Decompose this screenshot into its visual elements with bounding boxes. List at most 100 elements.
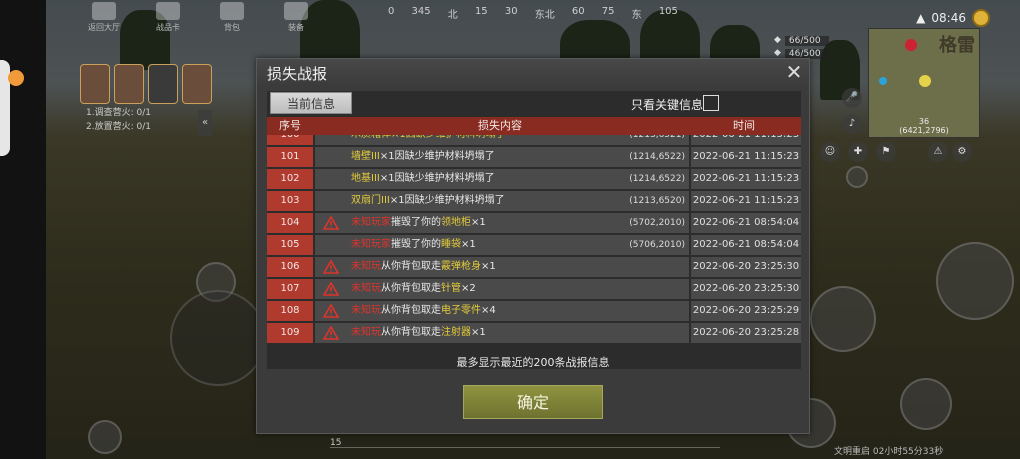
clock-time: 08:46 — [931, 11, 966, 25]
timestamp: 2022-06-21 11:15:23 — [691, 147, 801, 167]
hud-tab-cards[interactable]: 战品卡 — [142, 2, 194, 36]
task-item: 1.调查营火: 0/1 — [86, 108, 151, 118]
crouch-button[interactable] — [900, 378, 952, 430]
action-text: 从你背包取走 — [381, 305, 441, 316]
map-coordinates: 36 (6421,2796) — [899, 117, 949, 135]
column-header-time: 时间 — [733, 119, 755, 132]
table-row[interactable]: 109 未知玩从你背包取走注射器×1 2022-06-20 23:25:28 — [267, 323, 801, 345]
action-text: 从你背包取走 — [381, 327, 441, 338]
teammate-portrait[interactable] — [114, 64, 144, 104]
chart-icon — [156, 2, 180, 20]
task-item: 2.放置营火: 0/1 — [86, 122, 151, 132]
location-coordinates: (5702,2010) — [629, 218, 685, 228]
bandage-icon[interactable]: ✚ — [848, 142, 868, 162]
waypoint-icon — [879, 77, 887, 85]
loss-content-cell: 地基III×1因缺少维护材料坍塌了 (1214,6522) — [315, 169, 689, 189]
resource-stats: ◆ 66/500 ◆ 46/500 — [774, 34, 829, 60]
loss-content-cell: 未知玩从你背包取走针管×2 — [315, 279, 689, 299]
loss-content-cell: 未知玩从你背包取走注射器×1 — [315, 323, 689, 343]
hud-tab-bar: 返回大厅 战品卡 背包 装备 — [78, 2, 322, 36]
backpack-button[interactable] — [88, 420, 122, 454]
table-row[interactable]: 108 未知玩从你背包取走电子零件×4 2022-06-20 23:25:29 — [267, 301, 801, 323]
item-count: ×1 — [471, 217, 486, 228]
hud-tab-gear[interactable]: 装备 — [270, 2, 322, 36]
table-header: 序号 损失内容 时间 — [267, 117, 801, 135]
flag-icon[interactable]: ⚑ — [876, 142, 896, 162]
warning-triangle-icon — [323, 326, 339, 340]
warning-triangle-icon — [323, 216, 339, 230]
table-row[interactable]: 105 未知玩家摧毁了你的睡袋×1 (5706,2010) 2022-06-21 08… — [267, 235, 801, 257]
task-list: 1.调查营火: 0/1 2.放置营火: 0/1 — [86, 106, 151, 134]
hud-tab-bag[interactable]: 背包 — [206, 2, 258, 36]
tab-current-info[interactable]: 当前信息 — [270, 92, 352, 114]
settings-icon[interactable]: ⚙ — [952, 142, 972, 162]
hotbar-number: 15 — [330, 438, 342, 448]
item-name: 双扇门III — [351, 195, 390, 206]
row-number: 104 — [267, 213, 313, 233]
compass-mark: 75 — [601, 6, 615, 17]
jump-button[interactable] — [936, 242, 1014, 320]
loss-text: 未知玩家摧毁了你的睡袋×1 — [351, 235, 476, 255]
item-name: 领地柜 — [441, 217, 471, 228]
table-row[interactable]: 104 未知玩家摧毁了你的领地柜×1 (5702,2010) 2022-06-21 0… — [267, 213, 801, 235]
loss-content-cell: 墙壁III×1因缺少维护材料坍塌了 (1214,6522) — [315, 147, 689, 167]
small-action-button[interactable] — [846, 166, 868, 188]
table-body: 100木质箱体×1因缺少维护材料坍塌了(1213,6521)2022-06-21… — [267, 125, 801, 345]
table-row[interactable]: 106 未知玩从你背包取走霰弹枪身×1 2022-06-20 23:25:30 — [267, 257, 801, 279]
row-number: 106 — [267, 257, 313, 277]
timestamp: 2022-06-20 23:25:28 — [691, 323, 801, 343]
close-icon[interactable]: ✕ — [783, 61, 805, 83]
microphone-icon[interactable]: 🎤 — [842, 88, 862, 108]
minimap[interactable]: 格雷 36 (6421,2796) — [868, 28, 980, 138]
action-text: 摧毁了你的 — [391, 217, 441, 228]
table-row[interactable]: 103 双扇门III×1因缺少维护材料坍塌了 (1213,6520) 2022-06-… — [267, 191, 801, 213]
compass-mark: 105 — [658, 6, 678, 17]
clock-bar: ▲ 08:46 — [866, 8, 990, 28]
movement-joystick[interactable] — [170, 290, 266, 386]
table-row[interactable]: 107 未知玩从你背包取走针管×2 2022-06-20 23:25:30 — [267, 279, 801, 301]
location-coordinates: (1213,6520) — [629, 196, 685, 206]
floating-assistant-dot[interactable] — [8, 70, 24, 86]
item-count: ×1 — [471, 327, 486, 338]
column-header-number: 序号 — [279, 119, 301, 132]
row-number: 109 — [267, 323, 313, 343]
warning-icon[interactable]: ⚠ — [928, 142, 948, 162]
item-name: 墙壁III — [351, 151, 380, 162]
hud-tab-lobby[interactable]: 返回大厅 — [78, 2, 130, 36]
item-name: 霰弹枪身 — [441, 261, 481, 272]
collapse-tasks-button[interactable]: « — [198, 110, 212, 136]
loss-text: 未知玩从你背包取走针管×2 — [351, 279, 476, 299]
loss-text: 墙壁III×1因缺少维护材料坍塌了 — [351, 147, 495, 167]
book-icon — [220, 2, 244, 20]
dialog-header: 损失战报 ✕ — [257, 59, 809, 85]
report-table[interactable]: 序号 损失内容 时间 100木质箱体×1因缺少维护材料坍塌了(1213,6521… — [267, 117, 801, 369]
item-name: 睡袋 — [441, 239, 461, 250]
loss-text: 未知玩从你背包取走霰弹枪身×1 — [351, 257, 496, 277]
item-count: ×1 — [481, 261, 496, 272]
knife-attack-button[interactable] — [810, 286, 876, 352]
marker-icon — [905, 39, 917, 51]
compass-mark: 0 — [388, 6, 395, 17]
signal-icon: ▲ — [916, 11, 926, 25]
item-count: ×4 — [481, 305, 496, 316]
emote-icon[interactable]: ☺ — [820, 142, 840, 162]
compass-mark: 东 — [631, 10, 642, 21]
teammate-portrait[interactable] — [182, 64, 212, 104]
warning-triangle-icon — [323, 260, 339, 274]
action-text: ×1因缺少维护材料坍塌了 — [389, 195, 505, 206]
coin-icon[interactable] — [972, 9, 990, 27]
player-name: 未知玩家 — [351, 217, 391, 228]
teammate-portrait[interactable] — [80, 64, 110, 104]
team-portraits — [80, 64, 212, 104]
warning-triangle-icon — [323, 304, 339, 318]
table-row[interactable]: 102 地基III×1因缺少维护材料坍塌了 (1214,6522) 2022-06-2… — [267, 169, 801, 191]
confirm-button[interactable]: 确定 — [463, 385, 603, 419]
skull-icon[interactable] — [148, 64, 178, 104]
timestamp: 2022-06-20 23:25:30 — [691, 279, 801, 299]
player-name: 未知玩家 — [351, 239, 391, 250]
table-row[interactable]: 101 墙壁III×1因缺少维护材料坍塌了 (1214,6522) 2022-06-2… — [267, 147, 801, 169]
speaker-icon[interactable]: ♪ — [842, 114, 862, 134]
key-info-checkbox[interactable] — [703, 95, 719, 111]
item-name: 注射器 — [441, 327, 471, 338]
gear-map-icon — [284, 2, 308, 20]
